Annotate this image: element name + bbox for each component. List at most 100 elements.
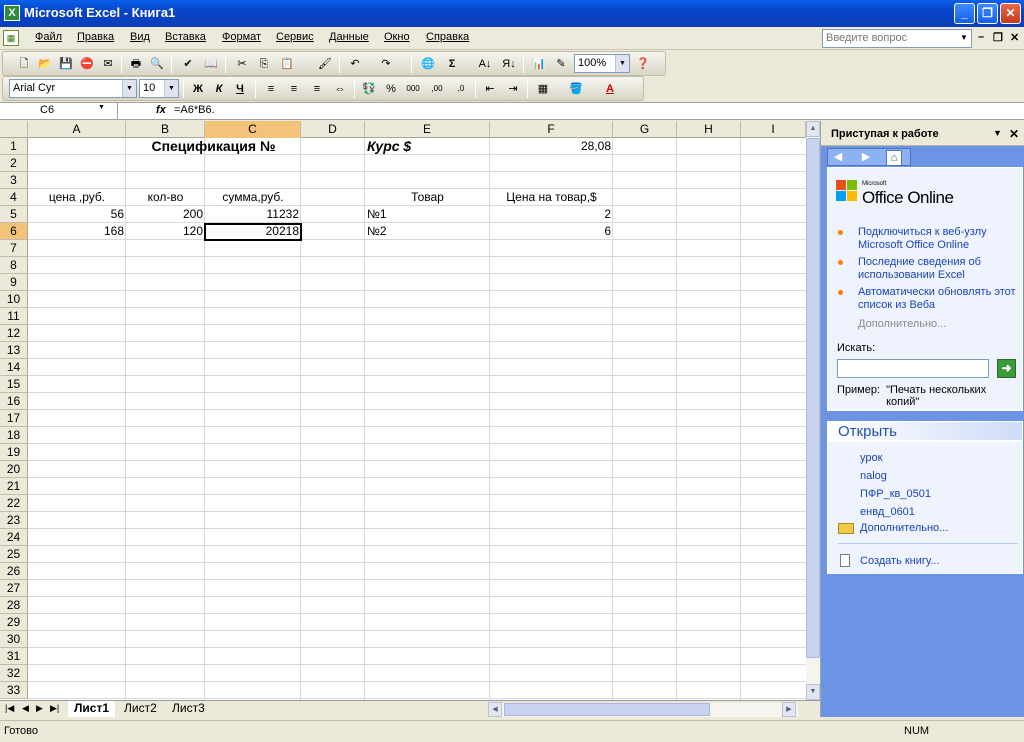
cell-rate-value[interactable]: 28,08: [490, 138, 613, 155]
borders-icon[interactable]: ▦: [534, 80, 552, 98]
font-color-icon[interactable]: A: [601, 80, 619, 98]
cell-c5[interactable]: 11232: [205, 206, 301, 223]
increase-indent-icon[interactable]: ⇥: [504, 80, 522, 98]
italic-button[interactable]: К: [210, 80, 228, 98]
cell-a6[interactable]: 168: [28, 223, 126, 240]
new-icon[interactable]: 🗋: [15, 55, 33, 73]
row-header-26[interactable]: 26: [0, 563, 28, 580]
hyperlink-icon[interactable]: 🌐: [419, 55, 437, 73]
doc-close-button[interactable]: ✕: [1010, 31, 1019, 44]
chevron-down-icon[interactable]: ▼: [958, 30, 970, 46]
minimize-button[interactable]: _: [954, 3, 975, 24]
recent-file-link[interactable]: nalog: [860, 470, 887, 482]
row-header-16[interactable]: 16: [0, 393, 28, 410]
menu-edit[interactable]: Правка: [77, 31, 114, 43]
row-header-22[interactable]: 22: [0, 495, 28, 512]
currency-icon[interactable]: 💱: [360, 80, 378, 98]
cell-b5[interactable]: 200: [126, 206, 205, 223]
row-header-25[interactable]: 25: [0, 546, 28, 563]
column-header-i[interactable]: I: [741, 121, 806, 138]
ask-question-input[interactable]: Введите вопрос: [822, 29, 972, 48]
row-header-24[interactable]: 24: [0, 529, 28, 546]
row-header-31[interactable]: 31: [0, 648, 28, 665]
scroll-right-icon[interactable]: ▶: [782, 702, 796, 717]
doc-restore-button[interactable]: ❐: [993, 31, 1003, 44]
row-header-18[interactable]: 18: [0, 427, 28, 444]
align-right-icon[interactable]: ≡: [308, 80, 326, 98]
print-preview-icon[interactable]: 🔍: [148, 55, 166, 73]
thousands-icon[interactable]: 000: [404, 80, 422, 98]
email-icon[interactable]: ✉: [99, 55, 117, 73]
row-header-7[interactable]: 7: [0, 240, 28, 257]
row-header-28[interactable]: 28: [0, 597, 28, 614]
percent-icon[interactable]: %: [382, 80, 400, 98]
underline-button[interactable]: Ч: [231, 80, 249, 98]
spelling-icon[interactable]: ✔: [179, 55, 197, 73]
chart-wizard-icon[interactable]: 📊: [530, 55, 548, 73]
menu-help[interactable]: Справка: [426, 31, 469, 43]
last-sheet-icon[interactable]: ▶|: [50, 703, 59, 714]
cell-e5[interactable]: №1: [365, 206, 490, 223]
row-header-13[interactable]: 13: [0, 342, 28, 359]
open-more-link[interactable]: Дополнительно...: [860, 522, 948, 534]
name-box[interactable]: C6 ▼: [0, 103, 118, 119]
print-icon[interactable]: 🖶: [127, 55, 145, 73]
link-more-online[interactable]: Дополнительно...: [858, 318, 1018, 331]
row-header-5[interactable]: 5: [0, 206, 28, 223]
cell-f4[interactable]: Цена на товар,$: [490, 189, 613, 206]
align-center-icon[interactable]: ≡: [285, 80, 303, 98]
restore-button[interactable]: ❐: [977, 3, 998, 24]
task-pane-close-icon[interactable]: ✕: [1009, 127, 1019, 141]
zoom-combo[interactable]: 100% ▼: [574, 54, 630, 73]
create-workbook-link[interactable]: Создать книгу...: [860, 555, 939, 567]
row-header-12[interactable]: 12: [0, 325, 28, 342]
forward-icon[interactable]: ▶: [858, 150, 874, 166]
chevron-down-icon[interactable]: ▼: [993, 128, 1002, 138]
open-icon[interactable]: 📂: [36, 55, 54, 73]
chevron-down-icon[interactable]: ▼: [615, 55, 629, 72]
align-left-icon[interactable]: ≡: [262, 80, 280, 98]
horizontal-scroll-thumb[interactable]: [504, 703, 710, 716]
row-header-8[interactable]: 8: [0, 257, 28, 274]
column-header-f[interactable]: F: [490, 121, 613, 138]
redo-icon[interactable]: ↷: [377, 55, 395, 73]
merge-center-icon[interactable]: ⇔: [331, 80, 349, 98]
scroll-up-icon[interactable]: ▲: [806, 121, 820, 137]
row-header-6[interactable]: 6: [0, 223, 28, 240]
cell-e4[interactable]: Товар: [365, 189, 490, 206]
cell-title[interactable]: Спецификация №: [126, 138, 301, 155]
column-header-e[interactable]: E: [365, 121, 490, 138]
link-latest-news[interactable]: Последние сведения об использовании Exce…: [858, 256, 1018, 282]
search-go-icon[interactable]: ➜: [997, 359, 1016, 378]
row-header-3[interactable]: 3: [0, 172, 28, 189]
row-header-14[interactable]: 14: [0, 359, 28, 376]
function-icon[interactable]: fx: [156, 104, 166, 116]
sort-descending-icon[interactable]: Я↓: [500, 55, 518, 73]
menu-data[interactable]: Данные: [329, 31, 369, 43]
row-header-33[interactable]: 33: [0, 682, 28, 699]
home-icon[interactable]: ⌂: [886, 150, 902, 166]
cell-e6[interactable]: №2: [365, 223, 490, 240]
sheet-tab-3[interactable]: Лист3: [166, 701, 211, 717]
autosum-icon[interactable]: Σ: [443, 55, 461, 73]
column-header-a[interactable]: A: [28, 121, 126, 138]
select-all-corner[interactable]: [0, 121, 28, 138]
column-header-d[interactable]: D: [301, 121, 365, 138]
next-sheet-icon[interactable]: ▶: [36, 703, 43, 714]
cell-rate-label[interactable]: Курс $: [365, 138, 490, 155]
scroll-left-icon[interactable]: ◀: [488, 702, 502, 717]
row-header-19[interactable]: 19: [0, 444, 28, 461]
menu-insert[interactable]: Вставка: [165, 31, 206, 43]
row-header-17[interactable]: 17: [0, 410, 28, 427]
row-header-9[interactable]: 9: [0, 274, 28, 291]
cell-a4[interactable]: цена ,руб.: [28, 189, 126, 206]
cell-f6[interactable]: 6: [490, 223, 613, 240]
save-icon[interactable]: 💾: [57, 55, 75, 73]
back-icon[interactable]: ◀: [830, 150, 846, 166]
column-header-c[interactable]: C: [205, 121, 301, 138]
column-header-g[interactable]: G: [613, 121, 677, 138]
cell-c4[interactable]: сумма,руб.: [205, 189, 301, 206]
undo-icon[interactable]: ↶: [346, 55, 364, 73]
recent-file-link[interactable]: урок: [860, 452, 882, 464]
worksheet-grid[interactable]: A B C D E F G H I 1 2 3 4 5 6 7 8 9 10 11 12 13 14 15 1…: [0, 121, 806, 700]
